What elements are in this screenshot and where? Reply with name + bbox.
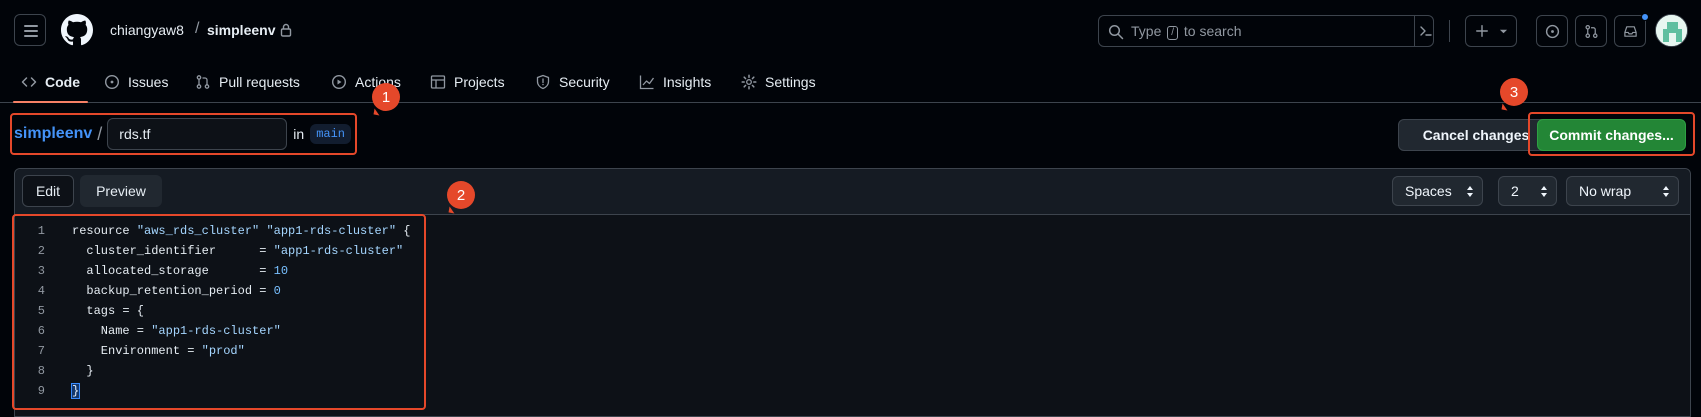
indent-mode-select[interactable]: Spaces bbox=[1392, 176, 1483, 206]
tab-security[interactable]: Security bbox=[535, 71, 610, 93]
tab-preview[interactable]: Preview bbox=[80, 175, 162, 207]
issues-button[interactable] bbox=[1536, 15, 1568, 47]
create-new-button[interactable] bbox=[1465, 15, 1517, 47]
annotation-box-1 bbox=[10, 113, 357, 155]
inbox-icon bbox=[1624, 26, 1637, 37]
breadcrumb-separator: / bbox=[195, 20, 200, 37]
github-logo-icon[interactable] bbox=[61, 14, 93, 46]
annotation-box-3 bbox=[1528, 112, 1695, 156]
search-placeholder: Type / to search bbox=[1131, 23, 1242, 40]
annotation-badge-1: 1 bbox=[372, 83, 400, 111]
graph-icon bbox=[639, 75, 655, 90]
pull-request-icon bbox=[196, 75, 210, 89]
owner-link[interactable]: chiangyaw8 bbox=[110, 22, 184, 38]
repo-link[interactable]: simpleenv bbox=[207, 22, 275, 38]
code-icon bbox=[21, 77, 37, 87]
shield-icon bbox=[536, 74, 550, 90]
search-icon bbox=[1108, 24, 1124, 40]
editor-toolbar: Edit Preview Spaces 2 No wrap bbox=[15, 169, 1690, 215]
gear-icon bbox=[741, 74, 757, 90]
play-icon bbox=[331, 74, 347, 90]
annotation-badge-2: 2 bbox=[447, 181, 475, 209]
select-arrows-icon bbox=[1467, 186, 1473, 197]
tab-insights[interactable]: Insights bbox=[639, 71, 711, 93]
tab-projects[interactable]: Projects bbox=[430, 71, 505, 93]
menu-button[interactable] bbox=[14, 14, 46, 46]
annotation-box-2 bbox=[12, 214, 426, 410]
tab-code[interactable]: Code bbox=[21, 71, 80, 93]
repo-navigation: Code Issues Pull requests Actions Projec… bbox=[0, 62, 1701, 103]
wrap-mode-select[interactable]: No wrap bbox=[1566, 176, 1679, 206]
plus-icon bbox=[1476, 25, 1488, 37]
tab-pull-requests[interactable]: Pull requests bbox=[195, 71, 300, 93]
annotation-badge-3: 3 bbox=[1500, 78, 1528, 106]
active-tab-indicator bbox=[13, 101, 88, 103]
tab-edit[interactable]: Edit bbox=[22, 175, 74, 207]
slash-key-hint: / bbox=[1167, 26, 1179, 40]
issue-icon bbox=[104, 74, 120, 90]
git-pull-request-icon bbox=[1585, 24, 1598, 39]
indent-size-select[interactable]: 2 bbox=[1498, 176, 1557, 206]
avatar[interactable] bbox=[1655, 14, 1688, 47]
tab-settings[interactable]: Settings bbox=[741, 71, 816, 93]
global-header: chiangyaw8 / simpleenv Type / to search bbox=[0, 0, 1701, 62]
search-input[interactable]: Type / to search bbox=[1098, 15, 1434, 47]
issue-opened-icon bbox=[1545, 24, 1560, 39]
avatar-image bbox=[1656, 15, 1687, 46]
tab-issues[interactable]: Issues bbox=[104, 71, 168, 93]
select-arrows-icon bbox=[1663, 186, 1669, 197]
notification-indicator bbox=[1641, 13, 1649, 21]
table-icon bbox=[430, 75, 446, 89]
command-palette-icon[interactable] bbox=[1419, 24, 1433, 38]
lock-icon bbox=[280, 23, 292, 37]
select-arrows-icon bbox=[1541, 186, 1547, 197]
triangle-down-icon bbox=[1499, 29, 1508, 34]
pull-requests-button[interactable] bbox=[1575, 15, 1607, 47]
